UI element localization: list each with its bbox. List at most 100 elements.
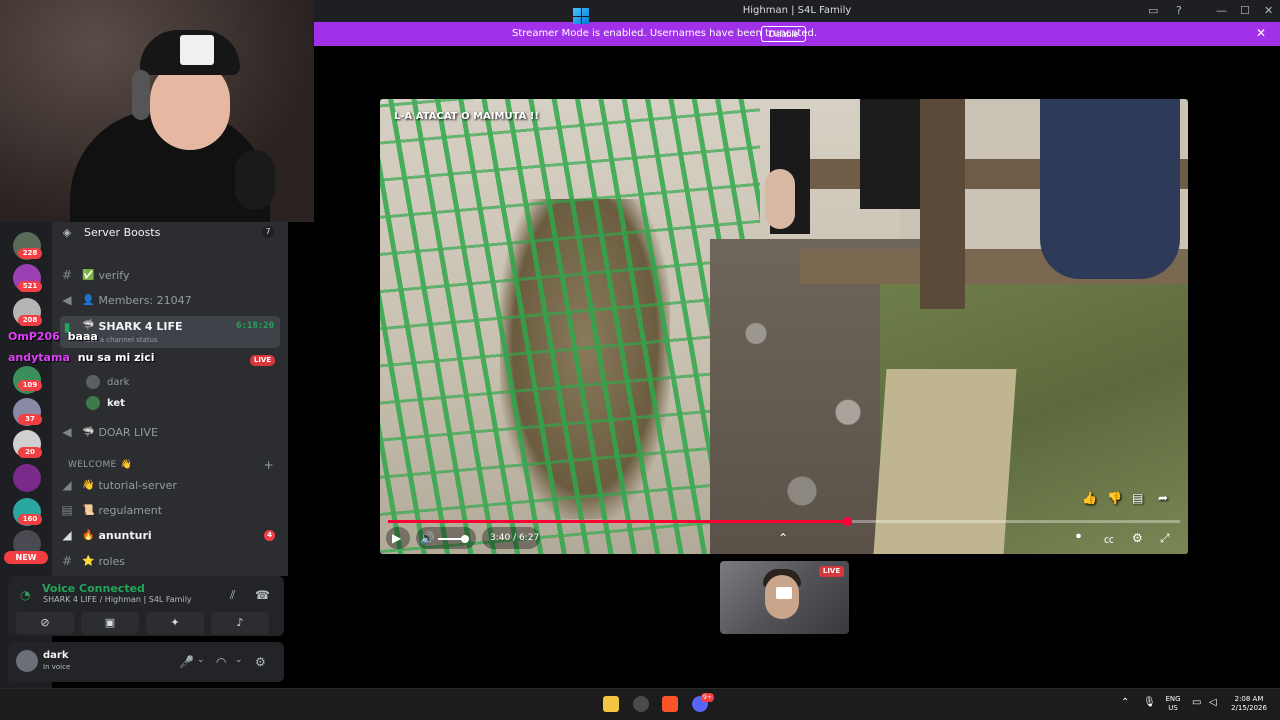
- voice-user-name: ket: [107, 397, 125, 409]
- speaker-icon[interactable]: ◁: [1209, 697, 1217, 708]
- video-person-jeans: [1040, 99, 1180, 279]
- server-badge: 160: [18, 514, 42, 525]
- megaphone-icon: ◢: [62, 478, 72, 492]
- soundboard-button[interactable]: ♪: [211, 612, 269, 634]
- dislike-icon[interactable]: 👎: [1107, 491, 1122, 505]
- mic-icon[interactable]: 🎙: [1143, 697, 1156, 708]
- record-icon[interactable]: ⏺: [1076, 531, 1081, 542]
- channel-members[interactable]: ◀ 👤 Members: 21047: [60, 289, 192, 311]
- server-icon[interactable]: [13, 464, 41, 492]
- channel-anunturi[interactable]: ◢ 🔥 anunturi: [60, 524, 151, 546]
- video-controls: ▶ 🔊 3:40 / 6:27 ⌃ ⏺ ㏄ ⚙ ⤢: [380, 523, 1188, 554]
- file-explorer-icon[interactable]: [603, 696, 619, 712]
- minimize-icon[interactable]: —: [1216, 4, 1227, 17]
- channel-label: Members: 21047: [98, 293, 192, 307]
- channel-verify[interactable]: # ✅ verify: [60, 264, 130, 286]
- windows-start-icon[interactable]: [573, 8, 589, 24]
- video-green-fence: [380, 99, 760, 554]
- voice-user-ket[interactable]: ket: [86, 393, 125, 413]
- chat-username: OmP206: [8, 330, 60, 343]
- scroll-emoji: 📜: [82, 504, 95, 516]
- category-label: WELCOME: [68, 460, 117, 470]
- chat-username: andytama: [8, 351, 70, 364]
- megaphone-icon: ◢: [62, 528, 72, 542]
- gear-icon[interactable]: ⚙: [255, 655, 266, 669]
- brave-icon[interactable]: [662, 696, 678, 712]
- captions-icon[interactable]: ㏄: [1104, 531, 1114, 546]
- signal-icon[interactable]: ◔: [20, 588, 30, 602]
- activities-icon: ✦: [170, 616, 180, 629]
- language-indicator[interactable]: ENG US: [1163, 695, 1183, 713]
- cap-badge: [180, 35, 214, 65]
- clock[interactable]: 2:08 AM 2/15/2026: [1227, 695, 1271, 713]
- chrome-icon[interactable]: [633, 696, 649, 712]
- wave-emoji: 👋: [82, 479, 95, 491]
- disable-streamer-mode-button[interactable]: Disable: [761, 26, 806, 42]
- chevron-up-icon[interactable]: ⌃: [1121, 697, 1129, 708]
- voice-user-name: dark: [107, 376, 130, 388]
- channel-roles[interactable]: # ⭐ roles: [60, 550, 125, 572]
- screenshare-button[interactable]: ▣: [81, 612, 139, 634]
- camera-button[interactable]: ⊘: [16, 612, 74, 634]
- camera-off-icon: ⊘: [40, 616, 50, 629]
- settings-icon[interactable]: ⚙: [1132, 531, 1143, 545]
- headphones-icon[interactable]: ◠: [216, 655, 226, 669]
- network-icon[interactable]: ▭: [1192, 697, 1201, 708]
- fullscreen-icon[interactable]: ⤢: [1160, 531, 1170, 546]
- close-icon[interactable]: ✕: [1256, 26, 1266, 40]
- star-emoji: ⭐: [82, 555, 95, 567]
- help-icon[interactable]: ?: [1176, 4, 1182, 17]
- channel-label: SHARK 4 LIFE: [98, 320, 183, 333]
- check-emoji: ✅: [82, 269, 95, 281]
- chat-text: nu sa mi zici: [77, 351, 155, 364]
- voice-channel-doar-live[interactable]: ◀ 🦈 DOAR LIVE: [60, 421, 158, 443]
- chevron-up-icon[interactable]: ⌃: [778, 531, 788, 545]
- volume-knob[interactable]: [461, 535, 469, 543]
- live-badge: LIVE: [250, 355, 275, 366]
- headphones: [132, 70, 150, 120]
- comment-icon[interactable]: ▤: [1132, 491, 1143, 505]
- noise-suppression-icon[interactable]: ⫽: [230, 588, 235, 603]
- channel-regulament[interactable]: ▤ 📜 regulament: [60, 499, 162, 521]
- volume-icon[interactable]: 🔊: [420, 531, 435, 545]
- video-hand: [765, 169, 795, 229]
- microphone: [235, 150, 275, 210]
- mic-icon[interactable]: 🎤: [179, 655, 194, 669]
- category-welcome[interactable]: WELCOME 👋 +: [68, 458, 278, 472]
- chat-message: OmP206 baaa: [8, 330, 98, 343]
- voice-user-dark[interactable]: dark: [86, 372, 129, 392]
- disconnect-icon[interactable]: ☎: [255, 588, 270, 602]
- server-boosts-label: Server Boosts: [84, 225, 161, 239]
- activities-button[interactable]: ✦: [146, 612, 204, 634]
- user-panel: [8, 642, 284, 682]
- clock-time: 2:08 AM: [1234, 695, 1264, 703]
- title-bar: Highman | S4L Family ▭ ? — ☐ ✕: [314, 0, 1280, 22]
- avatar[interactable]: [16, 650, 38, 672]
- avatar: [86, 375, 100, 389]
- streamer-cam-tile[interactable]: LIVE: [720, 561, 849, 634]
- mention-badge: 4: [264, 530, 275, 541]
- voice-connected-label[interactable]: Voice Connected: [42, 582, 145, 595]
- chat-text: baaa: [67, 330, 98, 343]
- chevron-down-icon[interactable]: ⌄: [235, 655, 243, 665]
- boosts-count: 7: [262, 226, 274, 238]
- stream-video[interactable]: L-A ATACAT O MAIMUTA !! 👍 👎 ▤ ➦ ▶ 🔊 3:40…: [380, 99, 1188, 554]
- shark-emoji: 🦈: [82, 426, 95, 438]
- play-icon[interactable]: ▶: [392, 531, 401, 545]
- like-icon[interactable]: 👍: [1082, 491, 1097, 505]
- maximize-icon[interactable]: ☐: [1240, 4, 1250, 17]
- streamer-mode-banner: Streamer Mode is enabled. Usernames have…: [314, 22, 1280, 46]
- channel-tutorial-server[interactable]: ◢ 👋 tutorial-server: [60, 474, 177, 496]
- wave-emoji: 👋: [120, 460, 133, 470]
- server-boosts[interactable]: ◈ Server Boosts 7: [60, 222, 280, 242]
- voice-timer: 6:18:20: [236, 321, 274, 331]
- window-title: Highman | S4L Family: [742, 5, 852, 16]
- close-icon[interactable]: ✕: [1264, 4, 1273, 17]
- inbox-icon[interactable]: ▭: [1148, 4, 1158, 17]
- share-icon[interactable]: ➦: [1158, 491, 1168, 505]
- chevron-down-icon[interactable]: ⌄: [197, 655, 205, 665]
- add-channel-icon[interactable]: +: [264, 458, 274, 472]
- person-emoji: 👤: [82, 294, 95, 306]
- streamer-webcam: [0, 0, 314, 222]
- new-pill[interactable]: NEW: [4, 551, 48, 564]
